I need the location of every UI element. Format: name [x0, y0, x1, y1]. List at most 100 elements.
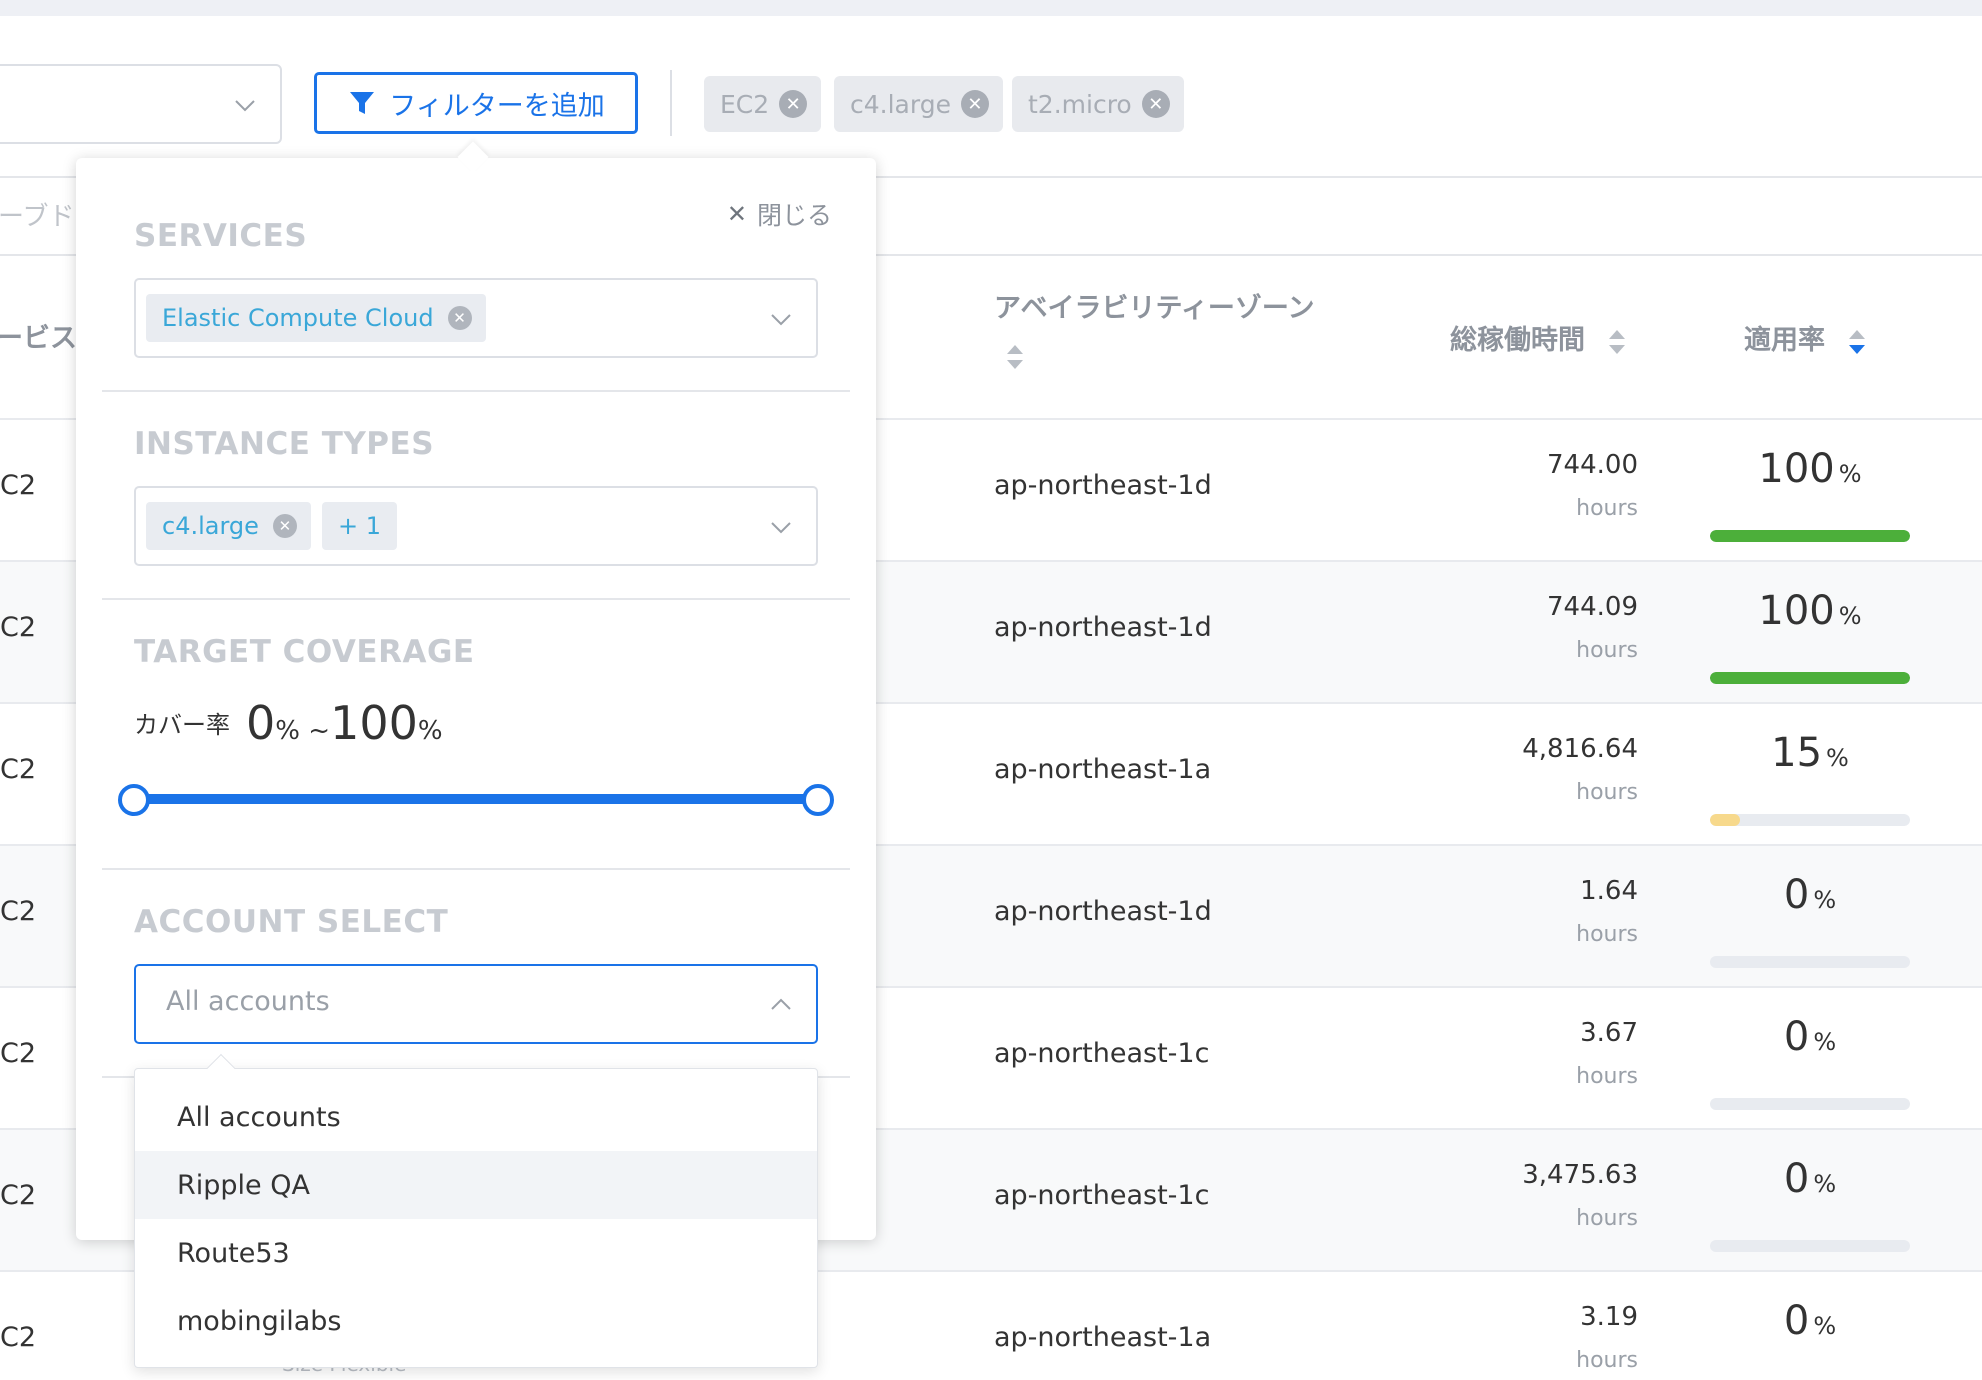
remove-tag-icon[interactable]: ✕	[272, 514, 297, 538]
filter-chip-c4-large[interactable]: c4.large ✕	[834, 76, 1003, 132]
az-cell: ap-northeast-1a	[994, 1322, 1212, 1353]
popover-caret	[457, 141, 489, 173]
service-cell: C2	[0, 754, 37, 785]
coverage-range-readout: カバー率 0% ~100%	[134, 696, 443, 750]
rate-value: 0	[1783, 1014, 1810, 1060]
account-option-mobingilabs[interactable]: mobingilabs	[135, 1287, 817, 1355]
account-select[interactable]: All accounts	[134, 964, 818, 1044]
add-filter-button[interactable]: フィルターを追加	[314, 72, 638, 134]
rate-value: 0	[1783, 1156, 1810, 1202]
group-select[interactable]	[0, 64, 282, 144]
col-header-rate[interactable]: 適用率	[1744, 318, 1868, 357]
more-tags-label: + 1	[338, 512, 382, 540]
filter-chip-label: t2.micro	[1028, 89, 1132, 119]
rate-value: 100	[1758, 588, 1835, 634]
services-select[interactable]: Elastic Compute Cloud ✕	[134, 278, 818, 358]
coverage-slider-track[interactable]	[132, 794, 818, 804]
coverage-max-unit: %	[417, 716, 443, 746]
coverage-label: カバー率	[134, 711, 230, 739]
remove-tag-icon[interactable]: ✕	[447, 306, 472, 330]
coverage-progress-bar	[1710, 530, 1910, 542]
instance-type-tag[interactable]: c4.large ✕	[146, 502, 311, 550]
az-cell: ap-northeast-1c	[994, 1038, 1210, 1069]
col-header-hours-label: 総稼働時間	[1450, 325, 1585, 356]
top-bar	[0, 0, 1982, 16]
filter-chip-label: EC2	[720, 89, 770, 119]
service-tag-label: Elastic Compute Cloud	[162, 304, 434, 332]
toolbar-divider	[670, 70, 672, 136]
account-select-value: All accounts	[166, 986, 330, 1017]
hours-unit: hours	[1576, 1206, 1638, 1231]
coverage-progress-fill	[1710, 672, 1910, 684]
az-cell: ap-northeast-1d	[994, 470, 1212, 501]
rate-unit: %	[1813, 1028, 1837, 1056]
hours-cell: 744.09 hours	[1547, 592, 1638, 663]
coverage-progress-fill	[1710, 530, 1910, 542]
sort-icon	[1609, 329, 1626, 354]
service-cell: C2	[0, 896, 37, 927]
filter-chip-ec2[interactable]: EC2 ✕	[704, 76, 822, 132]
filter-icon	[350, 92, 375, 114]
rate-value: 0	[1783, 872, 1810, 918]
account-option-route53[interactable]: Route53	[135, 1219, 817, 1287]
coverage-progress-bar	[1710, 672, 1910, 684]
coverage-slider-min-handle[interactable]	[118, 784, 150, 816]
coverage-progress-bar	[1710, 1098, 1910, 1110]
rate-unit: %	[1813, 1170, 1837, 1198]
filter-chip-t2-micro[interactable]: t2.micro ✕	[1012, 76, 1184, 132]
col-header-hours[interactable]: 総稼働時間	[1450, 318, 1628, 357]
hours-cell: 4,816.64 hours	[1522, 734, 1638, 805]
hours-value: 744.00	[1547, 450, 1638, 480]
chevron-down-icon	[771, 314, 791, 326]
col-header-service: ービス	[0, 323, 77, 354]
service-cell: C2	[0, 1322, 37, 1353]
hours-cell: 1.64 hours	[1576, 876, 1638, 947]
hours-value: 4,816.64	[1522, 734, 1638, 764]
close-button[interactable]: ✕ 閉じる	[727, 196, 832, 232]
coverage-progress-bar	[1710, 956, 1910, 968]
account-select-title: ACCOUNT SELECT	[134, 904, 449, 940]
account-option-ripple-qa[interactable]: Ripple QA	[135, 1151, 817, 1219]
rate-cell: 0%	[1710, 1156, 1910, 1252]
account-option-all[interactable]: All accounts	[135, 1083, 817, 1151]
sort-icon[interactable]	[1004, 342, 1026, 372]
hours-cell: 3.19 hours	[1576, 1302, 1638, 1373]
remove-chip-icon[interactable]: ✕	[960, 90, 989, 118]
sort-desc-icon	[1849, 329, 1866, 354]
section-divider	[102, 598, 850, 600]
coverage-min-value: 0	[246, 696, 276, 750]
hours-unit: hours	[1576, 1064, 1638, 1089]
az-cell: ap-northeast-1d	[994, 896, 1212, 927]
remove-chip-icon[interactable]: ✕	[779, 90, 808, 118]
filter-chip-label: c4.large	[850, 89, 951, 119]
az-cell: ap-northeast-1d	[994, 612, 1212, 643]
instance-types-select[interactable]: c4.large ✕ + 1	[134, 486, 818, 566]
rate-cell: 0%	[1710, 872, 1910, 968]
service-tag[interactable]: Elastic Compute Cloud ✕	[146, 294, 486, 342]
close-label: 閉じる	[756, 201, 832, 230]
col-header-az[interactable]: アベイラビリティーゾーン	[994, 286, 1315, 325]
more-tags-badge[interactable]: + 1	[322, 502, 398, 550]
hours-cell: 3,475.63 hours	[1522, 1160, 1638, 1231]
account-dropdown-menu: All accounts Ripple QA Route53 mobingila…	[134, 1053, 818, 1368]
hours-unit: hours	[1576, 780, 1638, 805]
chevron-down-icon	[235, 100, 255, 112]
hours-value: 3,475.63	[1522, 1160, 1638, 1190]
az-cell: ap-northeast-1a	[994, 754, 1212, 785]
coverage-max-value: 100	[330, 696, 418, 750]
instance-types-title: INSTANCE TYPES	[134, 426, 435, 462]
rate-unit: %	[1838, 460, 1862, 488]
remove-chip-icon[interactable]: ✕	[1141, 90, 1170, 118]
hours-unit: hours	[1576, 922, 1638, 947]
col-header-az-label: アベイラビリティーゾーン	[994, 293, 1315, 324]
hours-value: 744.09	[1547, 592, 1638, 622]
coverage-progress-bar	[1710, 1240, 1910, 1252]
hours-unit: hours	[1576, 638, 1638, 663]
coverage-progress-fill	[1710, 814, 1740, 826]
instance-type-tag-label: c4.large	[162, 512, 259, 540]
coverage-min-unit: %	[275, 716, 300, 746]
rate-value: 0	[1783, 1298, 1810, 1344]
coverage-slider-max-handle[interactable]	[802, 784, 834, 816]
rate-unit: %	[1813, 886, 1837, 914]
rate-value: 15	[1771, 730, 1823, 776]
